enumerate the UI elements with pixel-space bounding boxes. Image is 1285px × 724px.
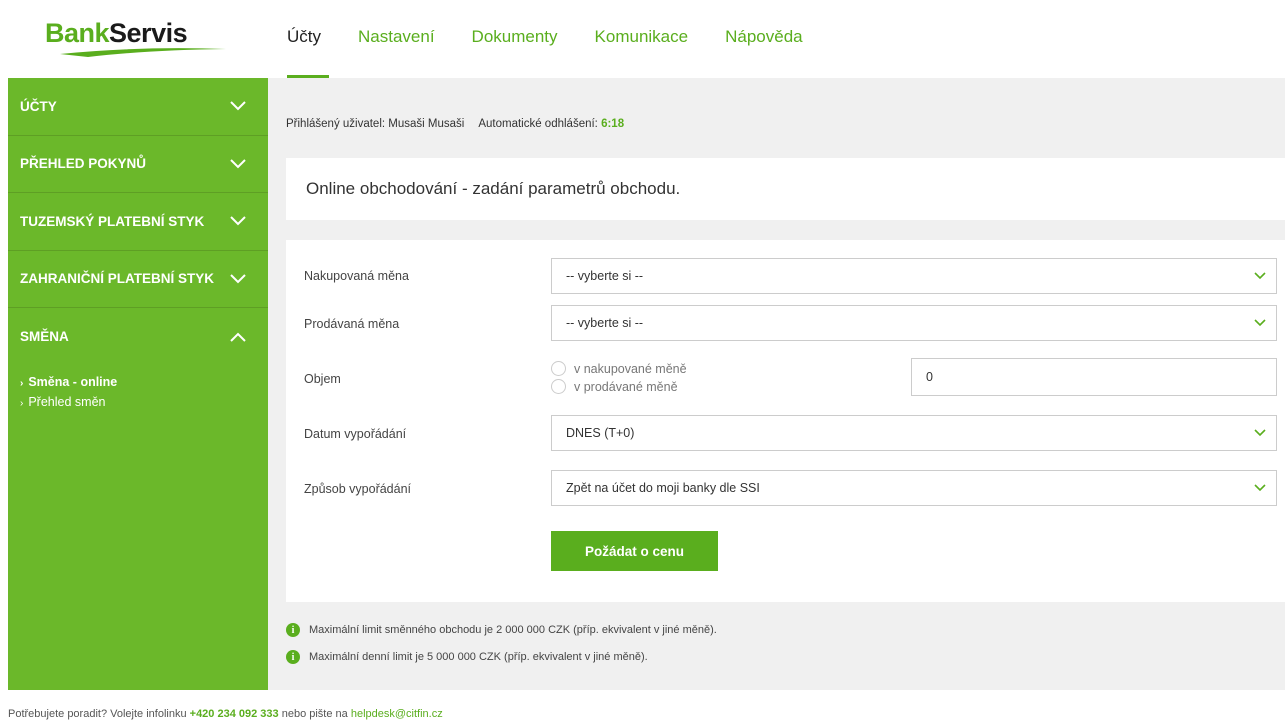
settlement-date-select[interactable]: DNES (T+0)	[551, 415, 1277, 451]
chevron-right-icon: ›	[20, 397, 24, 409]
footer-email-link[interactable]: helpdesk@citfin.cz	[351, 708, 443, 720]
auto-logout-label: Automatické odhlášení:	[478, 118, 598, 130]
sidebar-item-label: SMĚNA	[20, 329, 69, 345]
settlement-method-label: Způsob vypořádání	[304, 482, 412, 496]
settlement-date-label: Datum vypořádání	[304, 427, 407, 441]
chevron-down-icon	[1254, 319, 1266, 327]
nav-tab-nastaveni[interactable]: Nastavení	[358, 0, 435, 78]
sidebar-item-ucty[interactable]: ÚČTY	[8, 78, 268, 136]
sidebar-item-label: ZAHRANIČNÍ PLATEBNÍ STYK	[20, 271, 214, 287]
nav-tab-dokumenty[interactable]: Dokumenty	[472, 0, 558, 78]
page-title: Online obchodování - zadání parametrů ob…	[306, 179, 681, 198]
logo-swoosh-icon	[60, 48, 226, 57]
sidebar-item-prehled-pokynu[interactable]: PŘEHLED POKYNŮ	[8, 136, 268, 193]
main-content: Přihlášený uživatel: Musaši Musaši Automa…	[268, 78, 1285, 690]
nav-tab-ucty[interactable]: Účty	[287, 0, 329, 78]
volume-radio-sell[interactable]: v prodávané měně	[551, 379, 678, 394]
limit-note-text: Maximální denní limit je 5 000 000 CZK (…	[309, 651, 648, 663]
logged-user-text: Přihlášený uživatel: Musaši Musaši	[286, 118, 465, 130]
volume-radio-buy[interactable]: v nakupované měně	[551, 361, 687, 376]
info-icon: i	[286, 623, 300, 637]
sidebar-item-label: PŘEHLED POKYNŮ	[20, 156, 147, 172]
nav-tab-komunikace[interactable]: Komunikace	[595, 0, 689, 78]
chevron-down-icon	[1254, 272, 1266, 280]
chevron-down-icon	[230, 216, 246, 226]
chevron-up-icon	[230, 332, 246, 342]
volume-option-sell-label: v prodávané měně	[574, 379, 678, 394]
sidebar: ÚČTY PŘEHLED POKYNŮ TUZEMSKÝ PLATEBNÍ ST…	[8, 78, 268, 690]
sidebar-subitem-prehled-smen[interactable]: › Přehled směn	[20, 392, 268, 412]
buy-currency-select[interactable]: -- vyberte si --	[551, 258, 1277, 294]
buy-currency-label: Nakupovaná měna	[304, 269, 409, 283]
sidebar-subitem-label: Přehled směn	[28, 394, 106, 409]
sidebar-item-label: TUZEMSKÝ PLATEBNÍ STYK	[20, 213, 205, 229]
footer-help: Potřebujete poradit? Volejte infolinku +…	[8, 708, 443, 720]
main-nav: Účty Nastavení Dokumenty Komunikace Nápo…	[287, 0, 840, 78]
footer-prefix: Potřebujete poradit? Volejte infolinku	[8, 708, 187, 720]
sidebar-submenu-smena: › Směna - online › Přehled směn	[8, 366, 268, 412]
trade-form: Nakupovaná měna -- vyberte si -- Prodáva…	[286, 240, 1285, 602]
limit-note-daily: i Maximální denní limit je 5 000 000 CZK…	[286, 650, 648, 664]
request-price-button[interactable]: Požádat o cenu	[551, 531, 718, 571]
sidebar-item-tuzemsky-platebni-styk[interactable]: TUZEMSKÝ PLATEBNÍ STYK	[8, 193, 268, 251]
settlement-method-select[interactable]: Zpět na účet do moji banky dle SSI	[551, 470, 1277, 506]
volume-option-buy-label: v nakupované měně	[574, 361, 687, 376]
volume-amount-value: 0	[926, 370, 933, 384]
nav-tab-napoveda[interactable]: Nápověda	[725, 0, 803, 78]
sell-currency-label: Prodávaná měna	[304, 317, 400, 331]
chevron-down-icon	[230, 274, 246, 284]
limit-note-text: Maximální limit směnného obchodu je 2 00…	[309, 624, 717, 636]
sell-currency-select[interactable]: -- vyberte si --	[551, 305, 1277, 341]
auto-logout-timer: 6:18	[601, 118, 625, 130]
limit-note-trade: i Maximální limit směnného obchodu je 2 …	[286, 623, 717, 637]
info-icon: i	[286, 650, 300, 664]
volume-label: Objem	[304, 372, 341, 386]
sidebar-subitem-smena-online[interactable]: › Směna - online	[20, 372, 268, 392]
radio-button[interactable]	[551, 361, 566, 376]
sidebar-item-smena[interactable]: SMĚNA	[8, 308, 268, 366]
header: BankServis Účty Nastavení Dokumenty Komu…	[0, 0, 1285, 78]
volume-amount-input[interactable]: 0	[911, 358, 1277, 396]
sidebar-item-zahranicni-platebni-styk[interactable]: ZAHRANIČNÍ PLATEBNÍ STYK	[8, 251, 268, 308]
sidebar-subitem-label: Směna - online	[28, 374, 118, 389]
footer-middle: nebo pište na	[281, 708, 348, 720]
chevron-down-icon	[230, 159, 246, 169]
chevron-down-icon	[1254, 429, 1266, 437]
buy-currency-value: -- vyberte si --	[566, 269, 644, 283]
sidebar-item-label: ÚČTY	[20, 98, 57, 114]
chevron-down-icon	[230, 101, 246, 111]
sell-currency-value: -- vyberte si --	[566, 316, 644, 330]
settlement-date-value: DNES (T+0)	[566, 426, 635, 440]
chevron-down-icon	[1254, 484, 1266, 492]
settlement-method-value: Zpět na účet do moji banky dle SSI	[566, 481, 760, 495]
user-info-bar: Přihlášený uživatel: Musaši Musaši Automa…	[286, 118, 624, 130]
radio-button[interactable]	[551, 379, 566, 394]
page-title-card: Online obchodování - zadání parametrů ob…	[286, 158, 1285, 220]
footer-phone-link[interactable]: +420 234 092 333	[190, 708, 279, 720]
chevron-right-icon: ›	[20, 377, 24, 389]
